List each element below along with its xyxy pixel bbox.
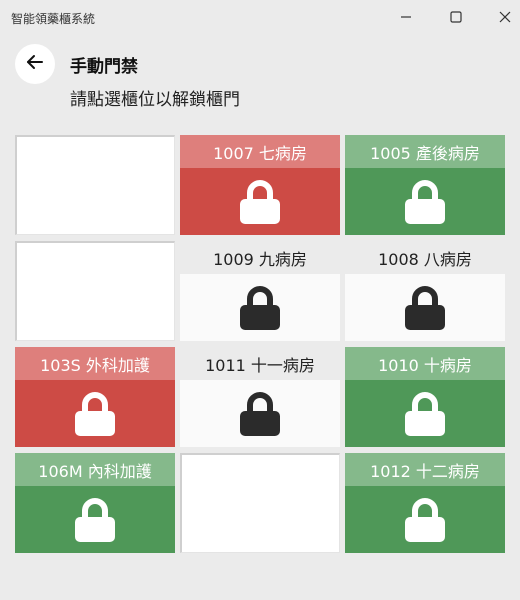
lock-icon — [239, 391, 281, 437]
page-title: 手動門禁 — [70, 57, 138, 77]
cabinet-label: 1012 十二病房 — [345, 453, 505, 486]
lock-icon — [404, 497, 446, 543]
cabinet-lock-area — [15, 486, 175, 553]
cabinet-slot[interactable]: 1009 九病房 — [180, 241, 340, 341]
cabinet-lock-area — [345, 380, 505, 447]
cabinet-lock-area — [180, 168, 340, 235]
arrow-left-icon — [25, 52, 45, 76]
lock-icon — [74, 497, 116, 543]
cabinet-label: 1010 十病房 — [345, 347, 505, 380]
back-button[interactable] — [15, 44, 55, 84]
cabinet-slot-empty[interactable] — [180, 453, 340, 553]
cabinet-slot[interactable]: 1012 十二病房 — [345, 453, 505, 553]
cabinet-slot[interactable]: 1011 十一病房 — [180, 347, 340, 447]
close-button[interactable] — [482, 0, 520, 34]
cabinet-slot[interactable]: 1010 十病房 — [345, 347, 505, 447]
minimize-icon — [400, 8, 412, 27]
cabinet-lock-area — [15, 380, 175, 447]
cabinet-slot[interactable]: 103S 外科加護 — [15, 347, 175, 447]
minimize-button[interactable] — [383, 0, 429, 34]
lock-icon — [404, 391, 446, 437]
lock-icon — [74, 391, 116, 437]
lock-icon — [239, 285, 281, 331]
cabinet-label: 103S 外科加護 — [15, 347, 175, 380]
cabinet-slot[interactable]: 106M 內科加護 — [15, 453, 175, 553]
cabinet-label: 1007 七病房 — [180, 135, 340, 168]
cabinet-lock-area — [345, 274, 505, 341]
close-icon — [499, 8, 511, 27]
cabinet-slot-empty[interactable] — [15, 241, 175, 341]
maximize-icon — [450, 8, 462, 27]
cabinet-grid: 1007 七病房 1005 產後病房 1009 九病房 1008 八病房 103S 外科… — [15, 135, 505, 553]
cabinet-lock-area — [345, 486, 505, 553]
cabinet-label: 1011 十一病房 — [180, 347, 340, 380]
title-bar: 智能領藥櫃系統 — [0, 0, 520, 34]
app-title: 智能領藥櫃系統 — [11, 12, 96, 26]
cabinet-label: 1008 八病房 — [345, 241, 505, 274]
cabinet-label: 1005 產後病房 — [345, 135, 505, 168]
lock-icon — [239, 179, 281, 225]
cabinet-slot-empty[interactable] — [15, 135, 175, 235]
maximize-button[interactable] — [433, 0, 479, 34]
cabinet-label: 106M 內科加護 — [15, 453, 175, 486]
cabinet-slot[interactable]: 1007 七病房 — [180, 135, 340, 235]
cabinet-lock-area — [180, 274, 340, 341]
cabinet-lock-area — [180, 380, 340, 447]
cabinet-label: 1009 九病房 — [180, 241, 340, 274]
lock-icon — [404, 179, 446, 225]
cabinet-slot[interactable]: 1005 產後病房 — [345, 135, 505, 235]
page-subtitle: 請點選櫃位以解鎖櫃門 — [70, 90, 240, 110]
lock-icon — [404, 285, 446, 331]
cabinet-lock-area — [345, 168, 505, 235]
cabinet-slot[interactable]: 1008 八病房 — [345, 241, 505, 341]
